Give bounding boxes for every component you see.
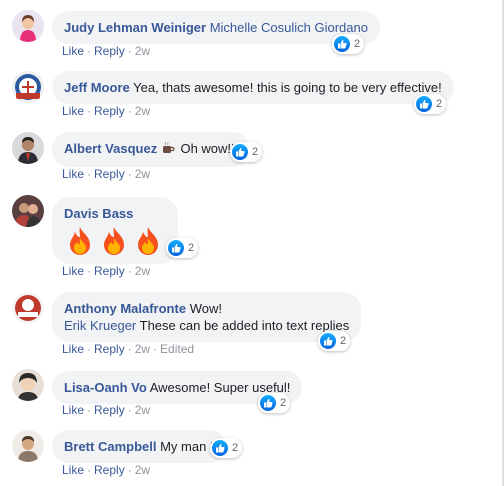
comment-timestamp[interactable]: 2w bbox=[135, 463, 150, 477]
comment-author[interactable]: Judy Lehman Weiniger bbox=[64, 20, 206, 35]
comment-actions: Like · Reply · 2w bbox=[62, 403, 151, 417]
reaction-count[interactable]: 2 bbox=[230, 142, 263, 162]
comment-author[interactable]: Albert Vasquez bbox=[64, 141, 157, 156]
avatar-image bbox=[12, 292, 44, 324]
comment-author[interactable]: Davis Bass bbox=[64, 206, 133, 221]
reply-link[interactable]: Reply bbox=[94, 463, 125, 477]
avatar[interactable] bbox=[12, 292, 44, 324]
avatar-image bbox=[12, 71, 44, 103]
reaction-count-value: 2 bbox=[340, 335, 347, 347]
like-link[interactable]: Like bbox=[62, 167, 84, 181]
comment-timestamp[interactable]: 2w bbox=[135, 104, 150, 118]
like-reaction-icon bbox=[334, 36, 350, 52]
comment-text: Yea, thats awesome! this is going to be … bbox=[133, 80, 442, 95]
like-link[interactable]: Like bbox=[62, 403, 84, 417]
like-reaction-icon bbox=[320, 333, 336, 349]
comment-author[interactable]: Jeff Moore bbox=[64, 80, 130, 95]
reaction-count-value: 2 bbox=[232, 442, 239, 454]
reply-link[interactable]: Reply bbox=[94, 167, 125, 181]
reply-link[interactable]: Reply bbox=[94, 104, 125, 118]
comment-text: Wow! bbox=[189, 301, 222, 316]
comment-actions: Like · Reply · 2w · Edited bbox=[62, 342, 195, 356]
comment-actions: Like · Reply · 2w bbox=[62, 104, 151, 118]
like-reaction-icon bbox=[260, 395, 276, 411]
reply-link[interactable]: Reply bbox=[94, 264, 125, 278]
reaction-count[interactable]: 2 bbox=[166, 238, 199, 258]
avatar[interactable] bbox=[12, 71, 44, 103]
avatar-image bbox=[12, 430, 44, 462]
like-reaction-icon bbox=[232, 144, 248, 160]
avatar-image bbox=[12, 369, 44, 401]
reaction-count[interactable]: 2 bbox=[332, 34, 365, 54]
fire-emoji-row bbox=[64, 224, 166, 258]
like-link[interactable]: Like bbox=[62, 104, 84, 118]
avatar[interactable] bbox=[12, 369, 44, 401]
comment-timestamp[interactable]: 2w bbox=[135, 264, 150, 278]
comment-author[interactable]: Lisa-Oanh Vo bbox=[64, 380, 147, 395]
comment-timestamp[interactable]: 2w bbox=[135, 403, 150, 417]
coffee-icon bbox=[161, 141, 175, 159]
avatar-image bbox=[12, 132, 44, 164]
reaction-count-value: 2 bbox=[436, 98, 443, 110]
comment-author[interactable]: Brett Campbell bbox=[64, 439, 156, 454]
avatar-image bbox=[12, 195, 44, 227]
reaction-count[interactable]: 2 bbox=[318, 331, 351, 351]
reaction-count-value: 2 bbox=[188, 242, 195, 254]
reaction-count[interactable]: 2 bbox=[258, 393, 291, 413]
reaction-count[interactable]: 2 bbox=[210, 438, 243, 458]
comment-mention[interactable]: Michelle Cosulich Giordano bbox=[210, 20, 368, 35]
like-reaction-icon bbox=[416, 96, 432, 112]
like-link[interactable]: Like bbox=[62, 264, 84, 278]
fire-icon bbox=[70, 227, 90, 255]
comment-text: My man ! bbox=[160, 439, 214, 454]
avatar[interactable] bbox=[12, 132, 44, 164]
reaction-count-value: 2 bbox=[252, 146, 259, 158]
reaction-count-value: 2 bbox=[280, 397, 287, 409]
avatar-image bbox=[12, 10, 44, 42]
comment-bubble: Judy Lehman Weiniger Michelle Cosulich G… bbox=[52, 11, 380, 44]
comment-author[interactable]: Anthony Malafronte bbox=[64, 301, 186, 316]
comment-mention[interactable]: Erik Krueger bbox=[64, 318, 136, 333]
comment-text-line2: These can be added into text replies bbox=[139, 318, 350, 333]
comment-actions: Like · Reply · 2w bbox=[62, 44, 151, 58]
fire-icon bbox=[104, 227, 124, 255]
avatar[interactable] bbox=[12, 430, 44, 462]
reaction-count[interactable]: 2 bbox=[414, 94, 447, 114]
like-reaction-icon bbox=[212, 440, 228, 456]
comment-actions: Like · Reply · 2w bbox=[62, 264, 151, 278]
comment-bubble: Albert Vasquez Oh wow!!! bbox=[52, 132, 251, 167]
comment-bubble: Jeff Moore Yea, thats awesome! this is g… bbox=[52, 71, 454, 104]
comment-bubble: Davis Bass bbox=[52, 197, 178, 264]
comment-actions: Like · Reply · 2w bbox=[62, 167, 151, 181]
avatar[interactable] bbox=[12, 195, 44, 227]
reply-link[interactable]: Reply bbox=[94, 342, 125, 356]
comment-timestamp[interactable]: 2w bbox=[135, 342, 150, 356]
fire-icon bbox=[138, 227, 158, 255]
comment-actions: Like · Reply · 2w bbox=[62, 463, 151, 477]
reaction-count-value: 2 bbox=[354, 38, 361, 50]
like-link[interactable]: Like bbox=[62, 463, 84, 477]
comment-timestamp[interactable]: 2w bbox=[135, 167, 150, 181]
comment-timestamp[interactable]: 2w bbox=[135, 44, 150, 58]
reply-link[interactable]: Reply bbox=[94, 44, 125, 58]
avatar[interactable] bbox=[12, 10, 44, 42]
comment-bubble: Anthony Malafronte Wow! Erik Krueger The… bbox=[52, 292, 362, 342]
like-link[interactable]: Like bbox=[62, 44, 84, 58]
like-link[interactable]: Like bbox=[62, 342, 84, 356]
reply-link[interactable]: Reply bbox=[94, 403, 125, 417]
comment-bubble: Brett Campbell My man ! bbox=[52, 430, 226, 463]
edited-label[interactable]: Edited bbox=[160, 342, 194, 356]
like-reaction-icon bbox=[168, 240, 184, 256]
